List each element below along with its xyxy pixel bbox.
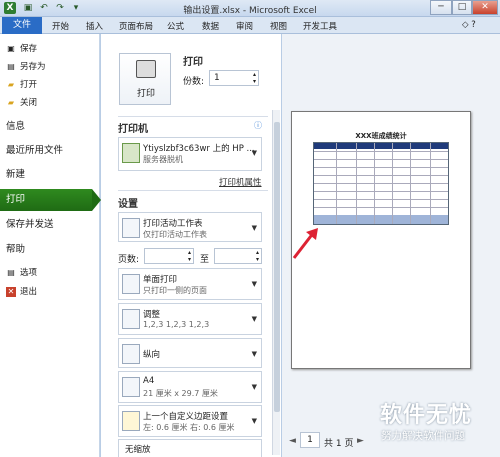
help-icon[interactable]: ◇ ? bbox=[462, 20, 476, 30]
save-icon: ▣ bbox=[7, 44, 15, 53]
chevron-down-icon: ▼ bbox=[251, 417, 257, 425]
page-number-input[interactable]: 1 bbox=[300, 432, 320, 448]
options-icon: ▤ bbox=[7, 268, 15, 277]
copies-input[interactable]: 1 ▴ ▾ bbox=[209, 70, 259, 86]
preview-table-header bbox=[314, 143, 448, 149]
chevron-down-icon: ▼ bbox=[251, 350, 257, 358]
copies-spinner[interactable]: ▴ ▾ bbox=[253, 71, 256, 85]
scaling-select[interactable]: 无缩放 bbox=[118, 439, 262, 457]
collate-icon bbox=[122, 309, 140, 329]
margins-icon bbox=[122, 411, 140, 431]
watermark-title: 软件无忧 bbox=[380, 403, 473, 428]
menu-help[interactable]: 帮助 bbox=[0, 239, 100, 261]
copies-label: 份数: bbox=[183, 77, 205, 87]
preview-table bbox=[313, 142, 449, 225]
margins-select[interactable]: 上一个自定义边距设置 左: 0.6 厘米 右: 0.6 厘米 ▼ bbox=[118, 405, 262, 437]
single-sided-icon bbox=[122, 274, 140, 294]
orientation-select[interactable]: 纵向 ▼ bbox=[118, 338, 262, 368]
annotation-arrow bbox=[292, 228, 318, 259]
printer-icon bbox=[136, 60, 156, 78]
divider bbox=[118, 116, 268, 117]
menu-save[interactable]: ▣ 保存 bbox=[0, 40, 100, 58]
next-page-button[interactable]: ► bbox=[357, 436, 364, 446]
chevron-down-icon: ▼ bbox=[251, 383, 257, 391]
chevron-down-icon: ▼ bbox=[251, 149, 257, 157]
menu-print[interactable]: 打印 bbox=[0, 189, 92, 211]
printer-device-icon bbox=[122, 143, 140, 163]
divider bbox=[118, 190, 268, 191]
selected-indicator bbox=[92, 189, 101, 211]
print-heading: 打印 bbox=[183, 57, 203, 68]
printer-properties-link[interactable]: 打印机属性 bbox=[219, 176, 262, 188]
preview-sheet-title: XXX班成绩统计 bbox=[355, 132, 407, 140]
printer-heading: 打印机 bbox=[118, 124, 148, 135]
print-button[interactable]: 打印 bbox=[119, 53, 171, 105]
settings-heading: 设置 bbox=[118, 199, 138, 210]
tab-home[interactable]: 开始 bbox=[52, 20, 69, 32]
tab-page-layout[interactable]: 页面布局 bbox=[119, 20, 153, 32]
prev-page-button[interactable]: ◄ bbox=[289, 436, 296, 446]
tab-developer[interactable]: 开发工具 bbox=[303, 20, 337, 32]
title-bar: X ▣ ↶ ↷ ▾ 输出设置.xlsx - Microsoft Excel ─ … bbox=[0, 0, 500, 17]
pages-to-spinner[interactable]: ▴ ▾ bbox=[256, 249, 259, 263]
tab-view[interactable]: 视图 bbox=[270, 20, 287, 32]
chevron-down-icon: ▼ bbox=[251, 280, 257, 288]
sheet-icon bbox=[122, 218, 140, 238]
printer-select[interactable]: Ytiyslzbf3c63wr 上的 HP ... 服务器脱机 ▼ bbox=[118, 137, 262, 171]
scrollbar-thumb[interactable] bbox=[274, 122, 280, 412]
maximize-button[interactable]: □ bbox=[452, 0, 472, 15]
menu-save-as[interactable]: ▤ 另存为 bbox=[0, 58, 100, 76]
close-button[interactable]: ✕ bbox=[472, 0, 498, 15]
tab-file[interactable]: 文件 bbox=[2, 17, 42, 34]
menu-options[interactable]: ▤ 选项 bbox=[0, 264, 100, 282]
portrait-icon bbox=[122, 344, 140, 364]
folder-icon: ▰ bbox=[7, 80, 15, 89]
menu-save-send[interactable]: 保存并发送 bbox=[0, 214, 100, 236]
paper-icon bbox=[122, 377, 140, 397]
pages-from-input[interactable]: ▴ ▾ bbox=[144, 248, 194, 264]
tab-data[interactable]: 数据 bbox=[202, 20, 219, 32]
to-label: 至 bbox=[200, 255, 210, 265]
watermark-subtitle: 努力解决软件问题 bbox=[381, 430, 465, 442]
sides-select[interactable]: 单面打印 只打印一侧的页面 ▼ bbox=[118, 268, 262, 300]
menu-exit[interactable]: ✕ 退出 bbox=[0, 283, 100, 301]
menu-open[interactable]: ▰ 打开 bbox=[0, 76, 100, 94]
minimize-button[interactable]: ─ bbox=[430, 0, 452, 15]
settings-scrollbar[interactable] bbox=[272, 110, 280, 455]
menu-info[interactable]: 信息 bbox=[0, 116, 100, 138]
tab-review[interactable]: 审阅 bbox=[236, 20, 253, 32]
chevron-down-icon: ▼ bbox=[251, 224, 257, 232]
menu-recent[interactable]: 最近所用文件 bbox=[0, 140, 100, 162]
tab-insert[interactable]: 插入 bbox=[86, 20, 103, 32]
pages-to-input[interactable]: ▴ ▾ bbox=[214, 248, 262, 264]
info-icon[interactable]: ⓘ bbox=[254, 120, 262, 131]
chevron-down-icon: ▼ bbox=[251, 315, 257, 323]
page-total: 共 1 页 bbox=[324, 439, 354, 449]
menu-close[interactable]: ▰ 关闭 bbox=[0, 94, 100, 112]
exit-icon: ✕ bbox=[6, 287, 16, 297]
backstage-menu: ▣ 保存 ▤ 另存为 ▰ 打开 ▰ 关闭 信息 最近所用文件 新建 打印 保存并发送 帮… bbox=[0, 34, 100, 457]
save-as-icon: ▤ bbox=[7, 62, 15, 71]
tab-formulas[interactable]: 公式 bbox=[167, 20, 184, 32]
window-title: 输出设置.xlsx - Microsoft Excel bbox=[183, 6, 317, 16]
pages-label: 页数: bbox=[118, 255, 140, 265]
print-what-select[interactable]: 打印活动工作表 仅打印活动工作表 ▼ bbox=[118, 212, 262, 242]
collate-select[interactable]: 调整 1,2,3 1,2,3 1,2,3 ▼ bbox=[118, 303, 262, 335]
menu-new[interactable]: 新建 bbox=[0, 164, 100, 186]
pages-from-spinner[interactable]: ▴ ▾ bbox=[188, 249, 191, 263]
folder-close-icon: ▰ bbox=[7, 98, 15, 107]
ribbon-tabs: 开始 插入 页面布局 公式 数据 审阅 视图 开发工具 ◇ ? bbox=[0, 17, 500, 34]
preview-total-row bbox=[314, 215, 448, 224]
paper-size-select[interactable]: A4 21 厘米 x 29.7 厘米 ▼ bbox=[118, 371, 262, 403]
